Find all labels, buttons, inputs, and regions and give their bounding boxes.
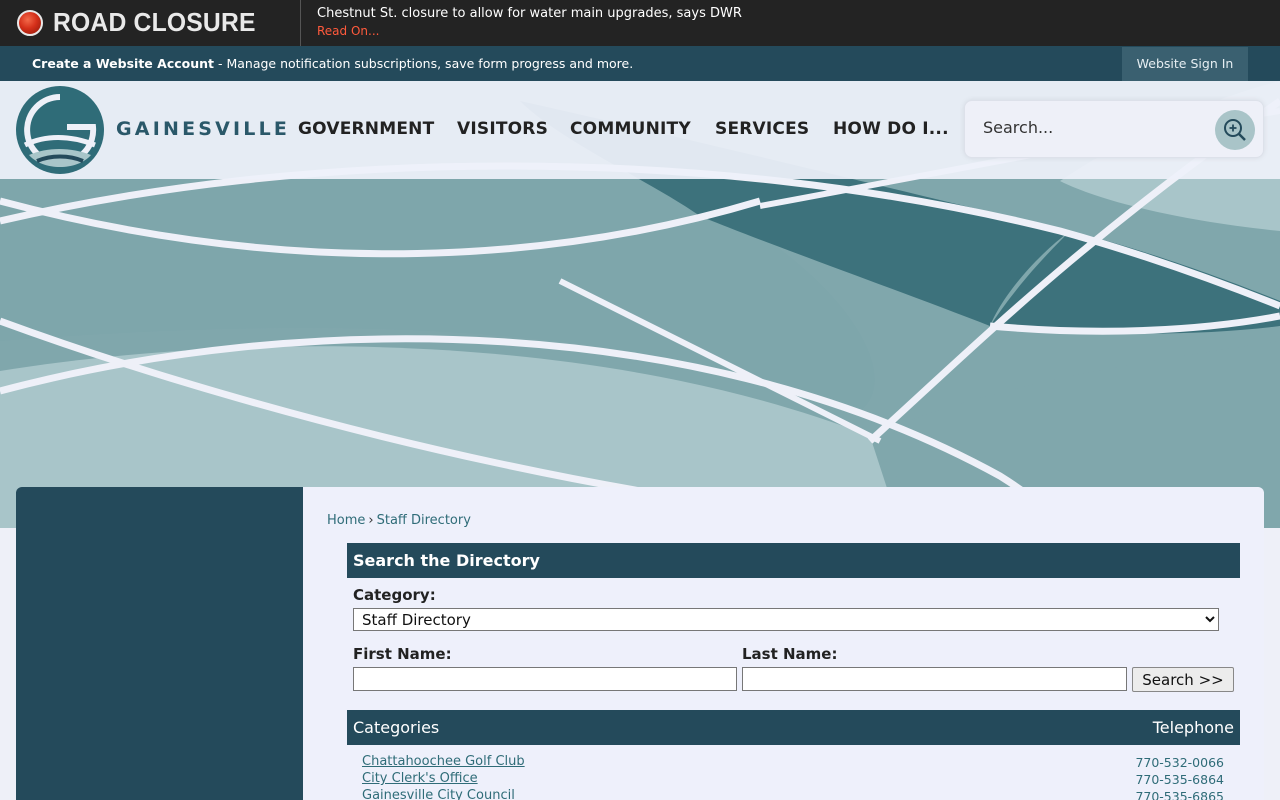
last-name-input[interactable] [742,667,1127,691]
categories-column-header: Categories [353,718,440,737]
logo-wordmark[interactable]: GAINESVILLE [116,118,290,140]
category-select[interactable]: Staff Directory [353,608,1219,631]
first-name-label: First Name: [353,645,452,663]
alert-label-area: ROAD CLOSURE [0,0,301,46]
telephone-number: 770-532-0066 [1135,755,1224,770]
table-row: Gainesville City Council 770-535-6865 [362,788,1224,800]
category-link[interactable]: City Clerk's Office [362,771,478,786]
site-search-box [964,100,1264,158]
nav-how-do-i[interactable]: HOW DO I... [833,119,949,139]
create-account-link[interactable]: Create a Website Account [32,56,214,71]
site-search-input[interactable] [983,118,1203,137]
breadcrumb-current-link[interactable]: Staff Directory [377,513,471,528]
site-header: GAINESVILLE GOVERNMENT VISITORS COMMUNIT… [0,81,1280,179]
nav-community[interactable]: COMMUNITY [570,119,691,139]
directory-search-button[interactable]: Search >> [1132,667,1234,692]
breadcrumb-home-link[interactable]: Home [327,513,365,528]
first-name-input[interactable] [353,667,737,691]
gainesville-logo-icon[interactable] [15,85,105,179]
create-account-description: - Manage notification subscriptions, sav… [214,56,634,71]
alert-bar: ROAD CLOSURE Chestnut St. closure to all… [0,0,1280,46]
category-label: Category: [353,586,436,604]
main-content-panel: Home › Staff Directory Search the Director… [303,487,1264,800]
alert-title: ROAD CLOSURE [53,7,256,37]
site-search-button[interactable] [1215,110,1255,150]
category-link[interactable]: Chattahoochee Golf Club [362,754,525,769]
create-account-text: Create a Website Account - Manage notifi… [32,56,633,71]
account-bar: Create a Website Account - Manage notifi… [0,46,1280,81]
search-icon [1224,119,1246,141]
nav-visitors[interactable]: VISITORS [457,119,548,139]
telephone-column-header: Telephone [1152,718,1234,737]
nav-government[interactable]: GOVERNMENT [298,119,434,139]
last-name-label: Last Name: [742,645,838,663]
telephone-number: 770-535-6865 [1135,789,1224,800]
category-link[interactable]: Gainesville City Council [362,788,515,800]
nav-services[interactable]: SERVICES [715,119,809,139]
categories-table-header: Categories Telephone [347,710,1240,745]
alert-icon [17,10,43,36]
table-row: City Clerk's Office 770-535-6864 [362,771,1224,788]
alert-message[interactable]: Chestnut St. closure to allow for water … [317,6,742,21]
table-row: Chattahoochee Golf Club 770-532-0066 [362,754,1224,771]
alert-read-on-link[interactable]: Read On... [317,24,379,38]
search-directory-heading: Search the Directory [347,543,1240,578]
breadcrumb-separator: › [368,513,374,528]
side-navigation-panel [16,487,303,800]
breadcrumb: Home › Staff Directory [327,513,471,528]
telephone-number: 770-535-6864 [1135,772,1224,787]
website-sign-in-button[interactable]: Website Sign In [1122,47,1248,81]
